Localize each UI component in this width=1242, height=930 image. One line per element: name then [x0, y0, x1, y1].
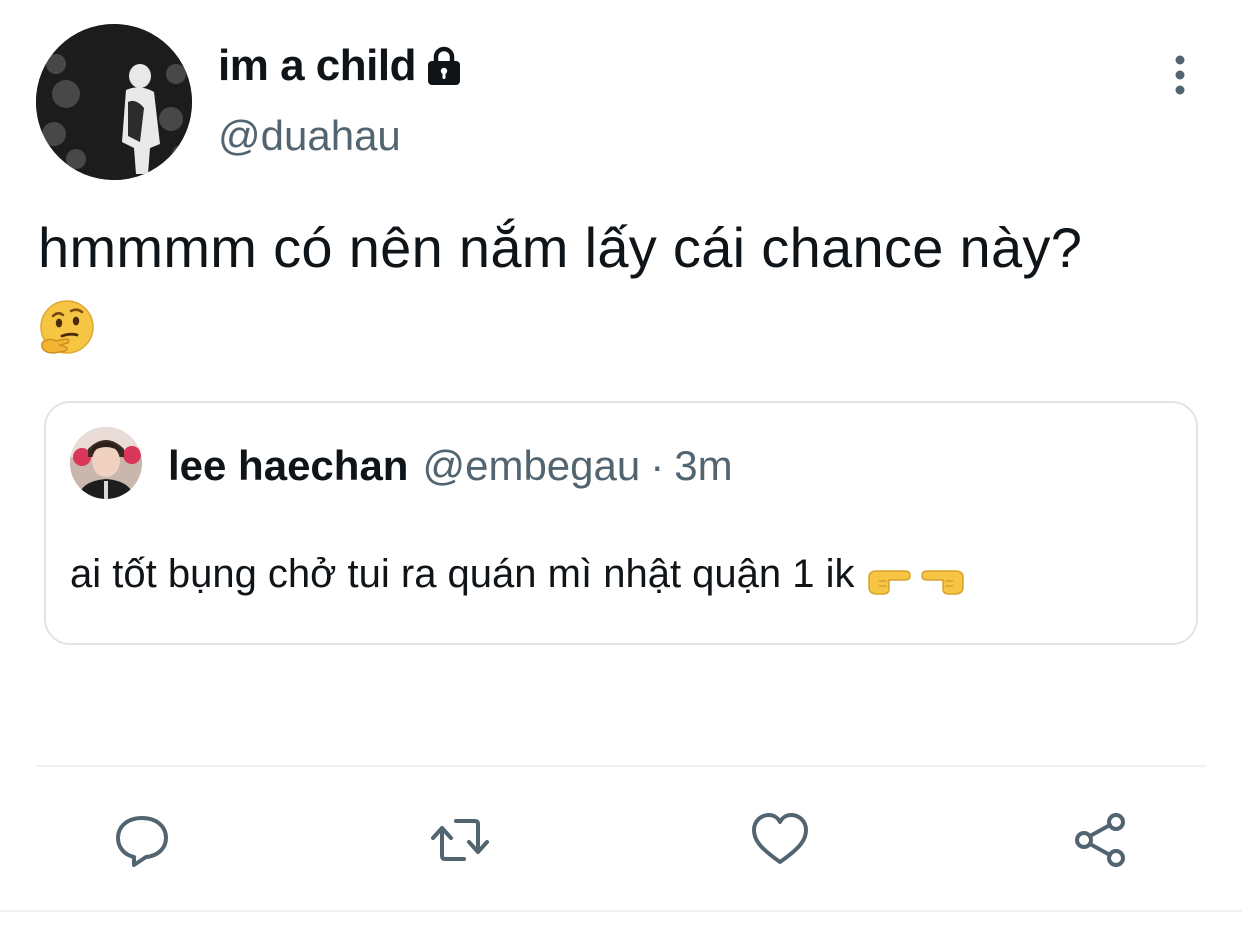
quoted-tweet-body: ai tốt bụng chở tui ra quán mì nhật quận… — [70, 547, 967, 601]
quoted-tweet-header: lee haechan @embegau · 3m — [168, 439, 733, 493]
quoted-tweet-text: ai tốt bụng chở tui ra quán mì nhật quận… — [70, 552, 855, 596]
quoted-author-name[interactable]: lee haechan — [168, 442, 408, 489]
tweet-action-bar — [0, 800, 1242, 880]
author-avatar[interactable] — [36, 24, 192, 180]
share-button[interactable] — [1068, 808, 1132, 872]
action-divider — [36, 765, 1206, 767]
pointing-right-icon — [865, 557, 911, 595]
tweet-text: hmmmm có nên nắm lấy cái chance này? — [38, 216, 1083, 279]
header-separator: · — [650, 442, 665, 489]
retweet-button[interactable] — [428, 808, 492, 872]
quoted-tweet-time[interactable]: 3m — [674, 442, 732, 489]
author-name-row: im a child — [218, 40, 464, 92]
more-options-icon[interactable] — [1160, 52, 1200, 98]
author-display-name[interactable]: im a child — [218, 41, 416, 91]
quoted-tweet-card[interactable]: lee haechan @embegau · 3m ai tốt bụng chở t… — [44, 401, 1198, 645]
tweet-body: hmmmm có nên nắm lấy cái chance này? — [38, 208, 1208, 356]
quoted-author-avatar[interactable] — [70, 427, 142, 499]
like-button[interactable] — [748, 808, 812, 872]
share-icon — [1075, 813, 1125, 867]
quoted-author-handle[interactable]: @embegau — [422, 442, 640, 489]
like-icon — [752, 813, 808, 864]
lock-icon — [424, 44, 464, 88]
avatar-photo — [36, 24, 192, 180]
bottom-divider — [0, 910, 1242, 912]
reply-icon — [116, 816, 168, 867]
thinking-face-icon — [38, 298, 96, 356]
pointing-left-icon — [920, 557, 967, 595]
retweet-icon — [431, 819, 489, 861]
quoted-avatar-photo — [70, 427, 142, 499]
reply-button[interactable] — [110, 808, 174, 872]
author-handle[interactable]: @duahau — [218, 112, 401, 160]
